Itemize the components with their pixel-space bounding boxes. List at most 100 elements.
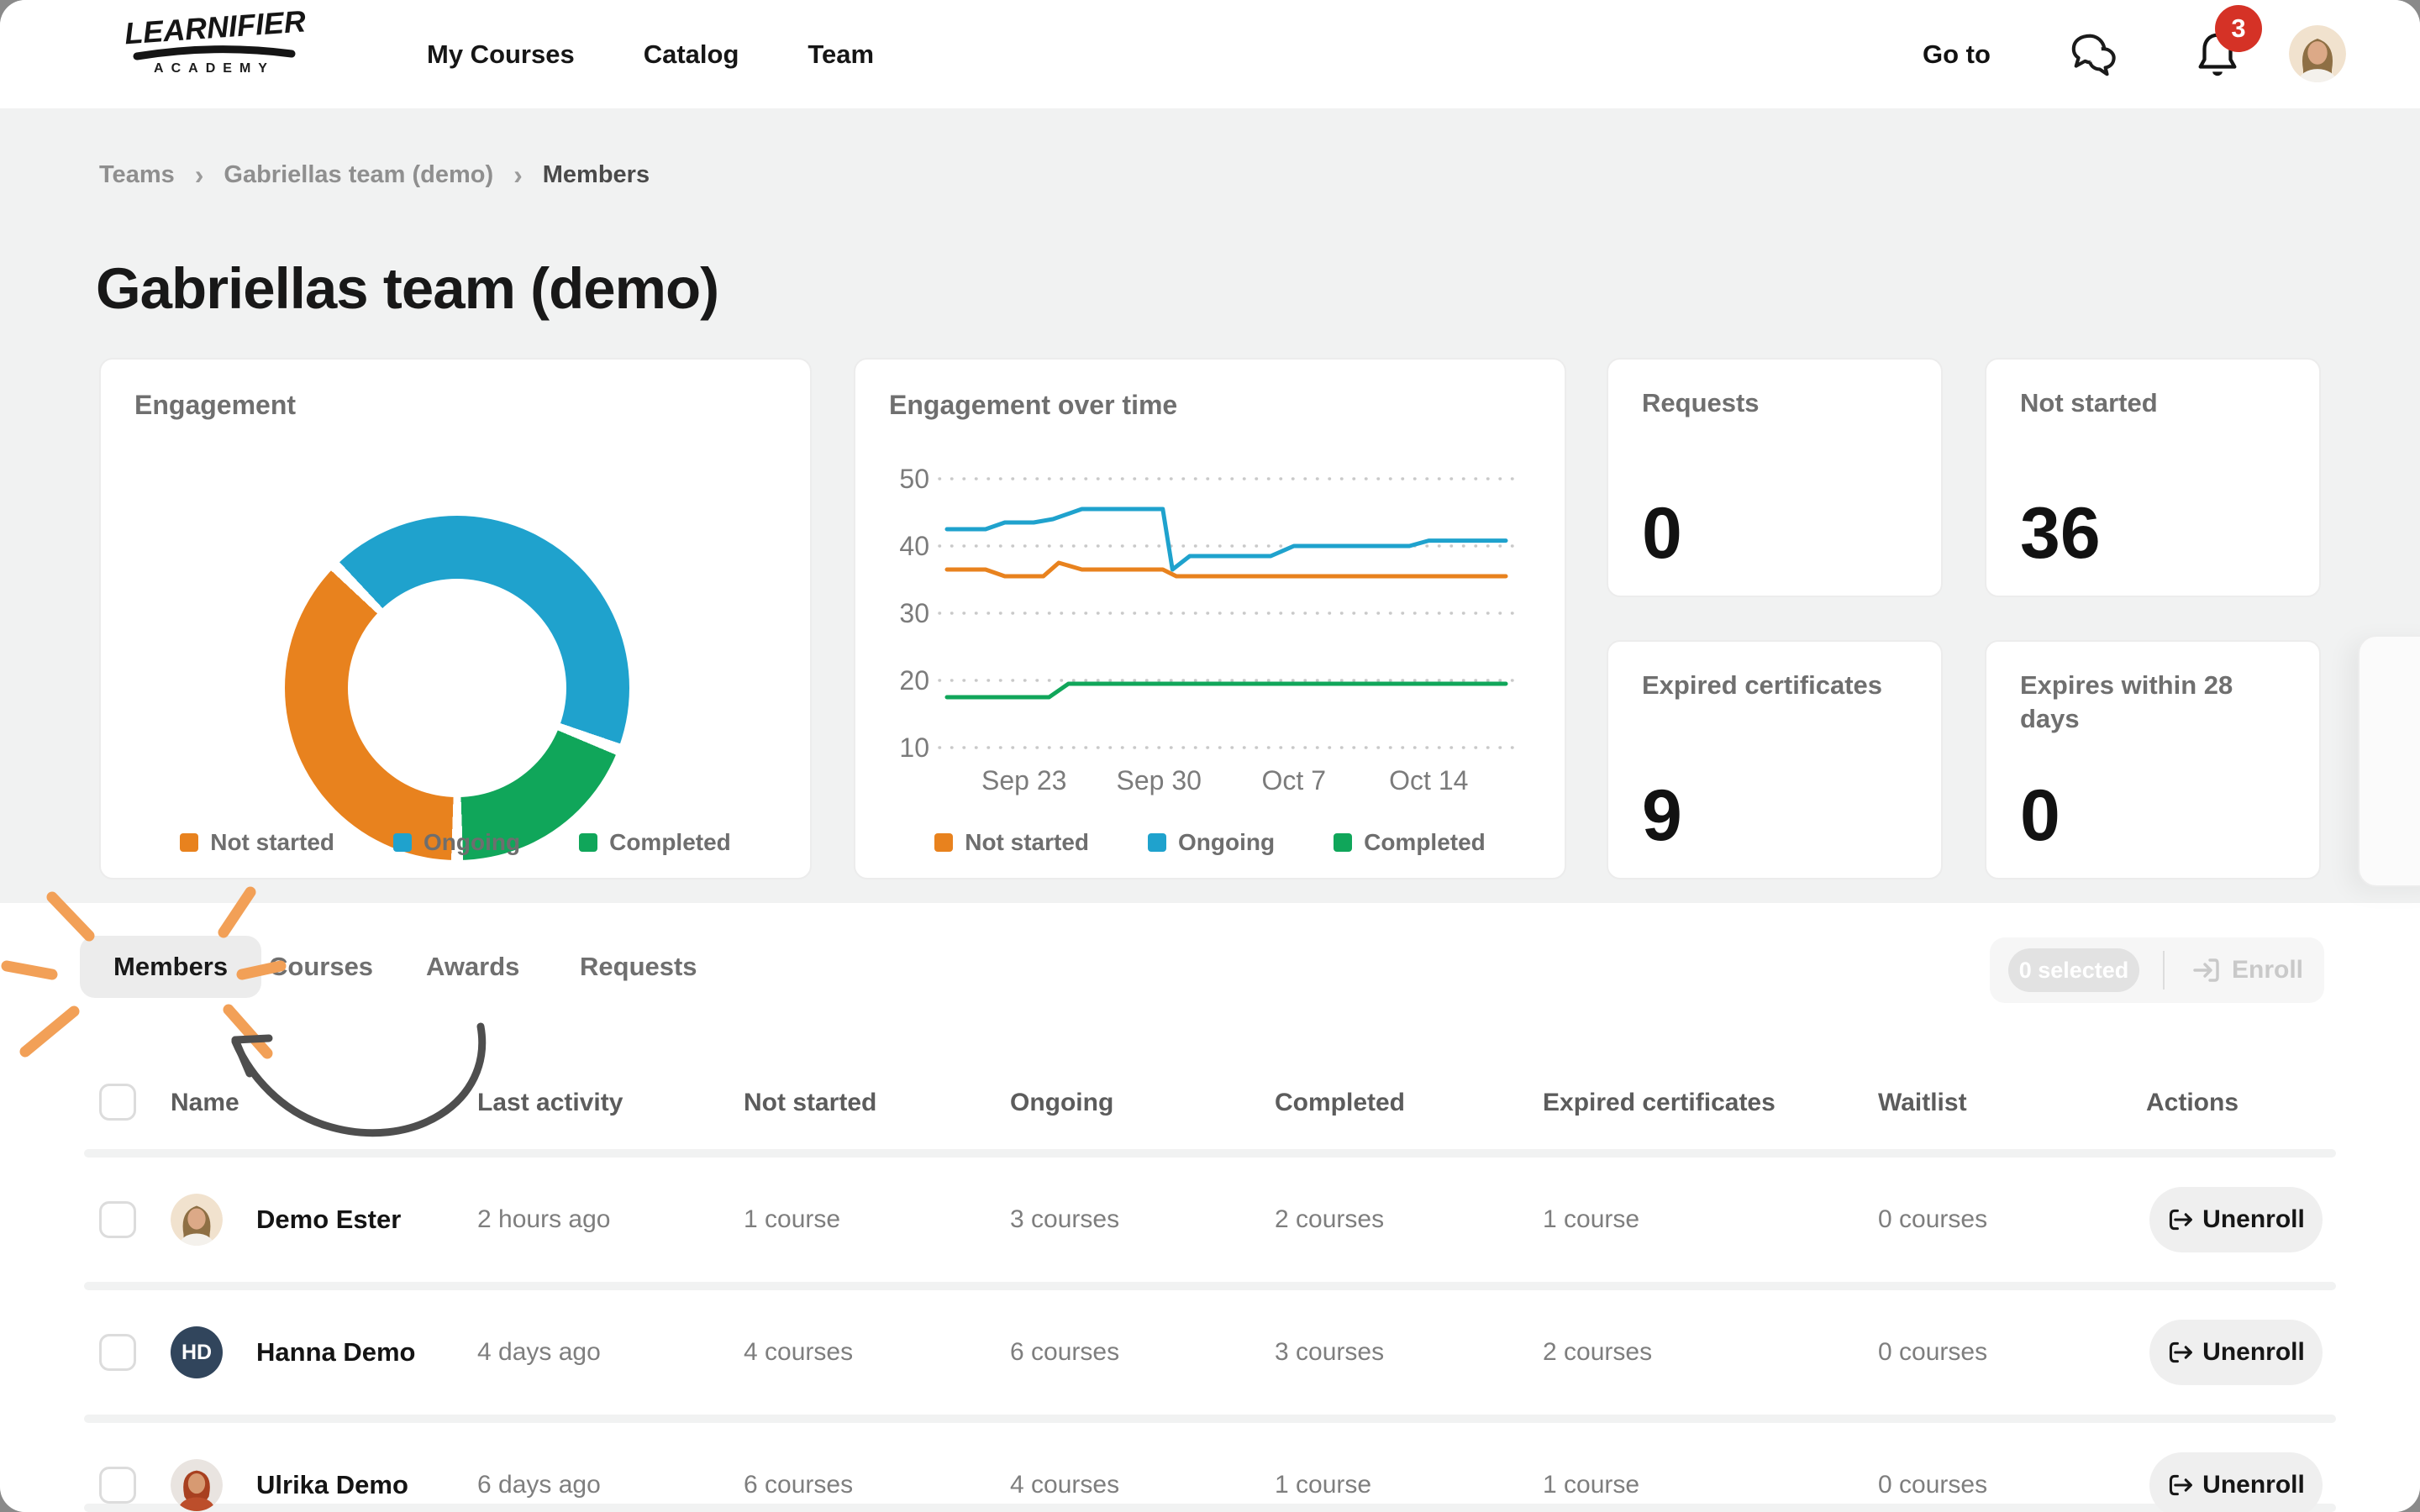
tab-awards[interactable]: Awards xyxy=(426,936,519,998)
member-initials-avatar: HD xyxy=(171,1326,223,1378)
requests-value: 0 xyxy=(1642,492,1682,575)
expired-certificates-cell: 1 course xyxy=(1543,1471,1639,1499)
unenroll-button[interactable]: Unenroll xyxy=(2149,1187,2323,1252)
svg-text:40: 40 xyxy=(899,531,929,561)
member-photo-avatar xyxy=(171,1459,223,1511)
tab-courses[interactable]: Courses xyxy=(269,936,373,998)
legend-swatch xyxy=(934,833,953,852)
legend-label: Not started xyxy=(210,829,334,856)
logo-academy-label: ACADEMY xyxy=(124,61,304,76)
breadcrumb: Teams › Gabriellas team (demo) › Members xyxy=(99,160,650,191)
selected-count-pill: 0 selected xyxy=(2008,948,2139,992)
table-row: Demo Ester2 hours ago1 course3 courses2 … xyxy=(84,1158,2336,1282)
top-nav: LEARNIFIER ACADEMY My Courses Catalog Te… xyxy=(0,0,2420,108)
completed-cell: 3 courses xyxy=(1275,1338,1384,1367)
expired-certificates-cell: 2 courses xyxy=(1543,1338,1652,1367)
svg-text:30: 30 xyxy=(899,598,929,628)
legend-label: Completed xyxy=(1364,829,1486,856)
not-started-cell: 4 courses xyxy=(744,1338,853,1367)
legend-swatch xyxy=(1148,833,1166,852)
app-window: LEARNIFIER ACADEMY My Courses Catalog Te… xyxy=(0,0,2420,1512)
legend-swatch xyxy=(579,833,597,852)
requests-label: Requests xyxy=(1642,386,1902,420)
members-table-header: Name Last activity Not started Ongoing C… xyxy=(84,1082,2336,1127)
nav-link-catalog[interactable]: Catalog xyxy=(644,39,739,70)
ongoing-cell: 4 courses xyxy=(1010,1471,1119,1499)
engagement-card-title: Engagement xyxy=(134,388,296,423)
breadcrumb-separator: › xyxy=(513,160,523,191)
legend-label: Completed xyxy=(609,829,731,856)
row-separator xyxy=(84,1415,2336,1423)
svg-text:50: 50 xyxy=(899,464,929,494)
breadcrumb-teams[interactable]: Teams xyxy=(99,161,175,189)
header-completed: Completed xyxy=(1275,1089,1405,1117)
member-avatar xyxy=(171,1194,223,1246)
member-avatar xyxy=(171,1459,223,1511)
completed-cell: 1 course xyxy=(1275,1471,1371,1499)
notification-count-badge: 3 xyxy=(2215,5,2262,52)
member-photo-avatar xyxy=(171,1194,223,1246)
row-checkbox[interactable] xyxy=(99,1201,136,1238)
legend-item: Not started xyxy=(934,829,1089,856)
expired-certificates-stat-card: Expired certificates 9 xyxy=(1607,640,1943,879)
engagement-over-time-chart: 5040302010Sep 23Sep 30Oct 7Oct 14 xyxy=(855,360,1565,878)
header-expired-certificates: Expired certificates xyxy=(1543,1089,1776,1117)
header-ongoing: Ongoing xyxy=(1010,1089,1113,1117)
donut-hole xyxy=(348,579,566,797)
legend-label: Ongoing xyxy=(424,829,520,856)
breadcrumb-members[interactable]: Members xyxy=(543,161,650,189)
legend-swatch xyxy=(393,833,412,852)
nav-link-team[interactable]: Team xyxy=(808,39,874,70)
not-started-cell: 6 courses xyxy=(744,1471,853,1499)
legend-item: Ongoing xyxy=(1148,829,1275,856)
unenroll-button[interactable]: Unenroll xyxy=(2149,1452,2323,1512)
legend-swatch xyxy=(1334,833,1352,852)
unenroll-icon xyxy=(2167,1472,2194,1499)
last-activity-cell: 4 days ago xyxy=(477,1338,601,1367)
unenroll-label: Unenroll xyxy=(2202,1471,2305,1499)
user-avatar[interactable] xyxy=(2289,25,2346,82)
selection-divider xyxy=(2163,951,2165,990)
svg-text:Oct 14: Oct 14 xyxy=(1389,765,1468,795)
not-started-value: 36 xyxy=(2020,492,2101,575)
tab-members[interactable]: Members xyxy=(80,936,261,998)
member-name[interactable]: Demo Ester xyxy=(256,1205,401,1235)
messages-icon[interactable] xyxy=(2069,29,2121,81)
svg-text:Oct 7: Oct 7 xyxy=(1262,765,1326,795)
member-avatar: HD xyxy=(171,1326,223,1378)
header-name: Name xyxy=(171,1089,239,1117)
enroll-label: Enroll xyxy=(2232,956,2303,984)
svg-text:Sep 30: Sep 30 xyxy=(1117,765,1202,795)
row-checkbox[interactable] xyxy=(99,1334,136,1371)
expires-within-28-days-value: 0 xyxy=(2020,774,2060,858)
row-separator xyxy=(84,1282,2336,1290)
page-title: Gabriellas team (demo) xyxy=(96,255,718,322)
waitlist-cell: 0 courses xyxy=(1878,1338,1987,1367)
learnifier-logo[interactable]: LEARNIFIER ACADEMY xyxy=(124,10,304,76)
unenroll-button[interactable]: Unenroll xyxy=(2149,1320,2323,1385)
enroll-icon xyxy=(2191,955,2222,985)
table-row: HDHanna Demo4 days ago4 courses6 courses… xyxy=(84,1290,2336,1415)
breadcrumb-team[interactable]: Gabriellas team (demo) xyxy=(224,161,493,189)
not-started-label: Not started xyxy=(2020,386,2281,420)
go-to-menu[interactable]: Go to xyxy=(1923,0,1991,108)
nav-link-my-courses[interactable]: My Courses xyxy=(427,39,575,70)
legend-item: Completed xyxy=(1334,829,1486,856)
breadcrumb-separator: › xyxy=(195,160,204,191)
member-name[interactable]: Hanna Demo xyxy=(256,1337,415,1368)
select-all-checkbox[interactable] xyxy=(99,1084,136,1121)
not-started-stat-card: Not started 36 xyxy=(1985,358,2321,597)
header-waitlist: Waitlist xyxy=(1878,1089,1967,1117)
expires-within-28-days-label: Expires within 28 days xyxy=(2020,669,2281,737)
row-checkbox[interactable] xyxy=(99,1467,136,1504)
unenroll-icon xyxy=(2167,1206,2194,1233)
engagement-legend: Not started Ongoing Completed xyxy=(101,829,810,856)
header-actions: Actions xyxy=(2146,1089,2238,1117)
enroll-button[interactable]: Enroll xyxy=(2191,955,2303,985)
header-not-started: Not started xyxy=(744,1089,876,1117)
tab-requests[interactable]: Requests xyxy=(580,936,697,998)
last-activity-cell: 6 days ago xyxy=(477,1471,601,1499)
floating-edge-panel[interactable] xyxy=(2358,635,2420,887)
legend-swatch xyxy=(180,833,198,852)
member-name[interactable]: Ulrika Demo xyxy=(256,1470,408,1500)
